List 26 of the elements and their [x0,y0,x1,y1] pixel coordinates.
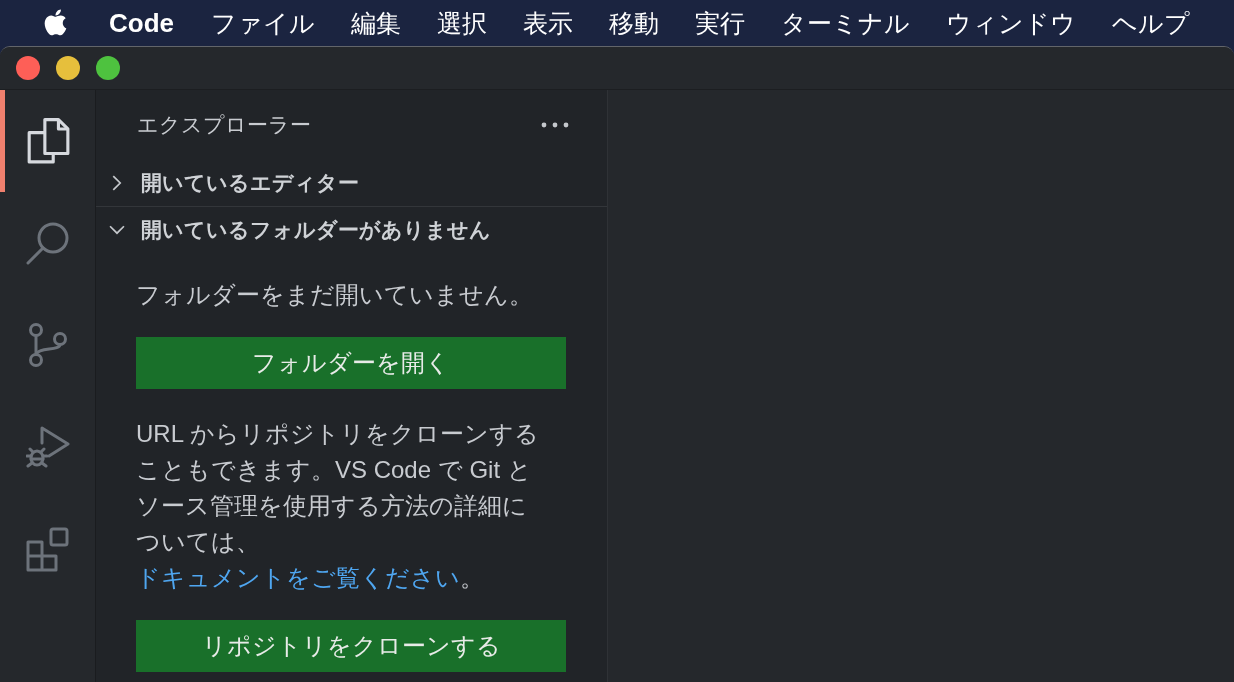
menu-item[interactable]: 編集 [351,6,401,40]
search-icon [25,220,70,266]
files-icon [25,118,70,164]
menu-item[interactable]: 移動 [609,6,659,40]
documentation-link[interactable]: ドキュメントをご覧ください [136,564,460,591]
section-header[interactable]: 開いているエディター [96,160,607,206]
menu-item[interactable]: 実行 [695,6,745,40]
more-icon[interactable] [541,122,569,128]
message-text: フォルダーをまだ開いていません。 [136,280,534,310]
blocks-icon [25,526,70,572]
menu-item[interactable]: ヘルプ [1112,6,1190,40]
sidebar-title: エクスプローラー [137,112,311,138]
menu-item[interactable]: ファイル [211,6,315,40]
app-menu[interactable]: Code [109,7,174,39]
menu-item[interactable]: ウィンドウ [946,6,1076,40]
help-text: URL からリポジトリをクローンすることもできます。VS Code で Git とソース管理を使用する方法の詳細については、 ドキュメントをご覧ください。 [136,419,540,593]
menu-item[interactable]: 表示 [523,6,573,40]
close-button[interactable] [16,56,40,80]
section-header[interactable]: 開いているフォルダーがありません [96,206,607,252]
clone-repository-button[interactable]: リポジトリをクローンする [136,620,566,672]
play-bug-icon [25,424,70,470]
menu-item[interactable]: ターミナル [781,6,910,40]
open-folder-button[interactable]: フォルダーを開く [136,337,566,389]
minimize-button[interactable] [56,56,80,80]
menu-item[interactable]: 選択 [437,6,487,40]
maximize-button[interactable] [96,56,120,80]
